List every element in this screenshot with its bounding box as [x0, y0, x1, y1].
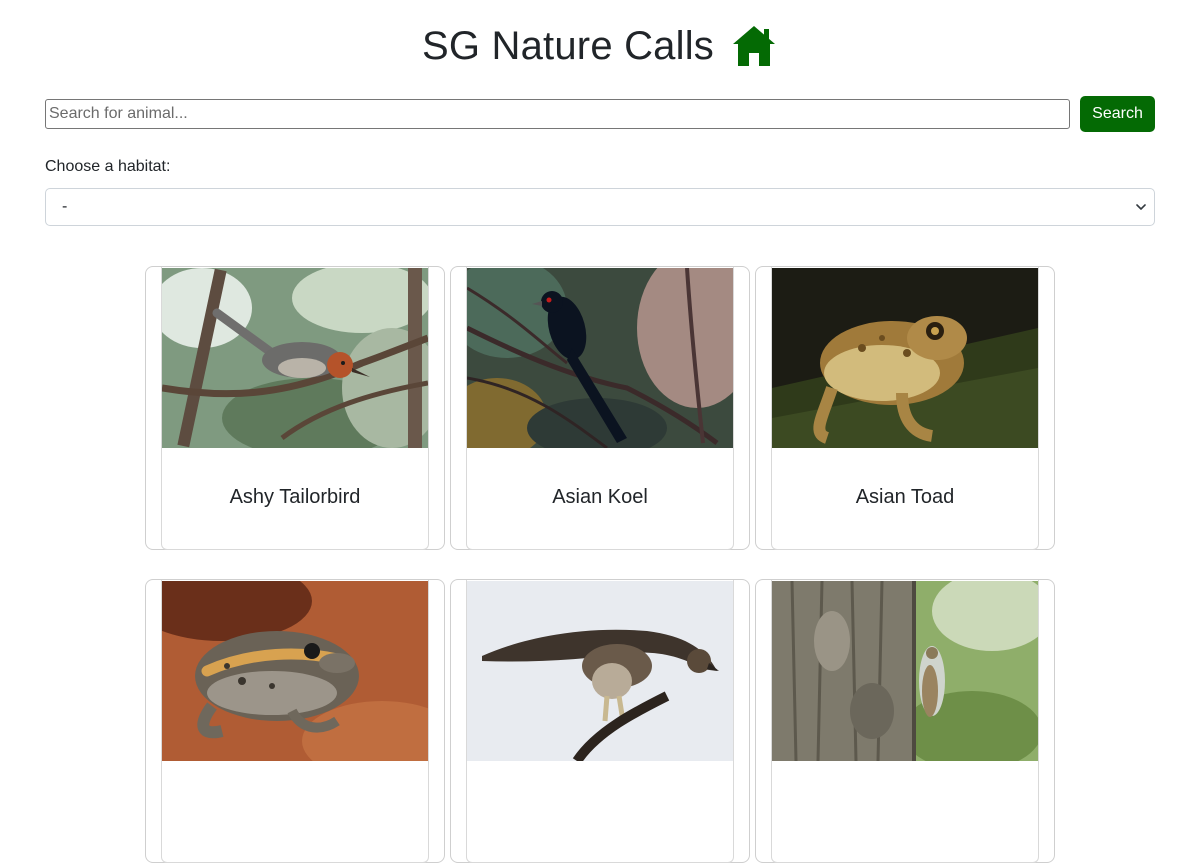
habitat-label: Choose a habitat:	[45, 158, 171, 175]
animal-photo	[772, 581, 1038, 761]
animal-photo	[467, 268, 733, 448]
search-input[interactable]	[45, 99, 1070, 129]
animal-name: Asian Koel	[552, 486, 648, 508]
search-bar: Search	[45, 96, 1155, 132]
animal-photo	[467, 581, 733, 761]
habitat-selected-value: -	[62, 198, 68, 215]
habitat-select[interactable]: -	[45, 188, 1155, 226]
animal-card[interactable]: Asian Koel	[450, 266, 750, 550]
animal-card[interactable]	[755, 579, 1055, 863]
animal-name: Ashy Tailorbird	[229, 486, 361, 508]
animal-name: Asian Toad	[855, 486, 955, 508]
animal-photo	[772, 268, 1038, 448]
page-title: SG Nature Calls	[422, 23, 714, 68]
animal-card[interactable]	[450, 579, 750, 863]
animal-photo	[162, 268, 428, 448]
animal-card[interactable]	[145, 579, 445, 863]
house-icon[interactable]	[730, 22, 778, 70]
page-header: SG Nature Calls	[0, 22, 1200, 70]
animal-card[interactable]: Ashy Tailorbird	[145, 266, 445, 550]
animal-photo	[162, 581, 428, 761]
search-button[interactable]: Search	[1080, 96, 1155, 132]
chevron-down-icon	[1136, 204, 1146, 210]
animal-card[interactable]: Asian Toad	[755, 266, 1055, 550]
